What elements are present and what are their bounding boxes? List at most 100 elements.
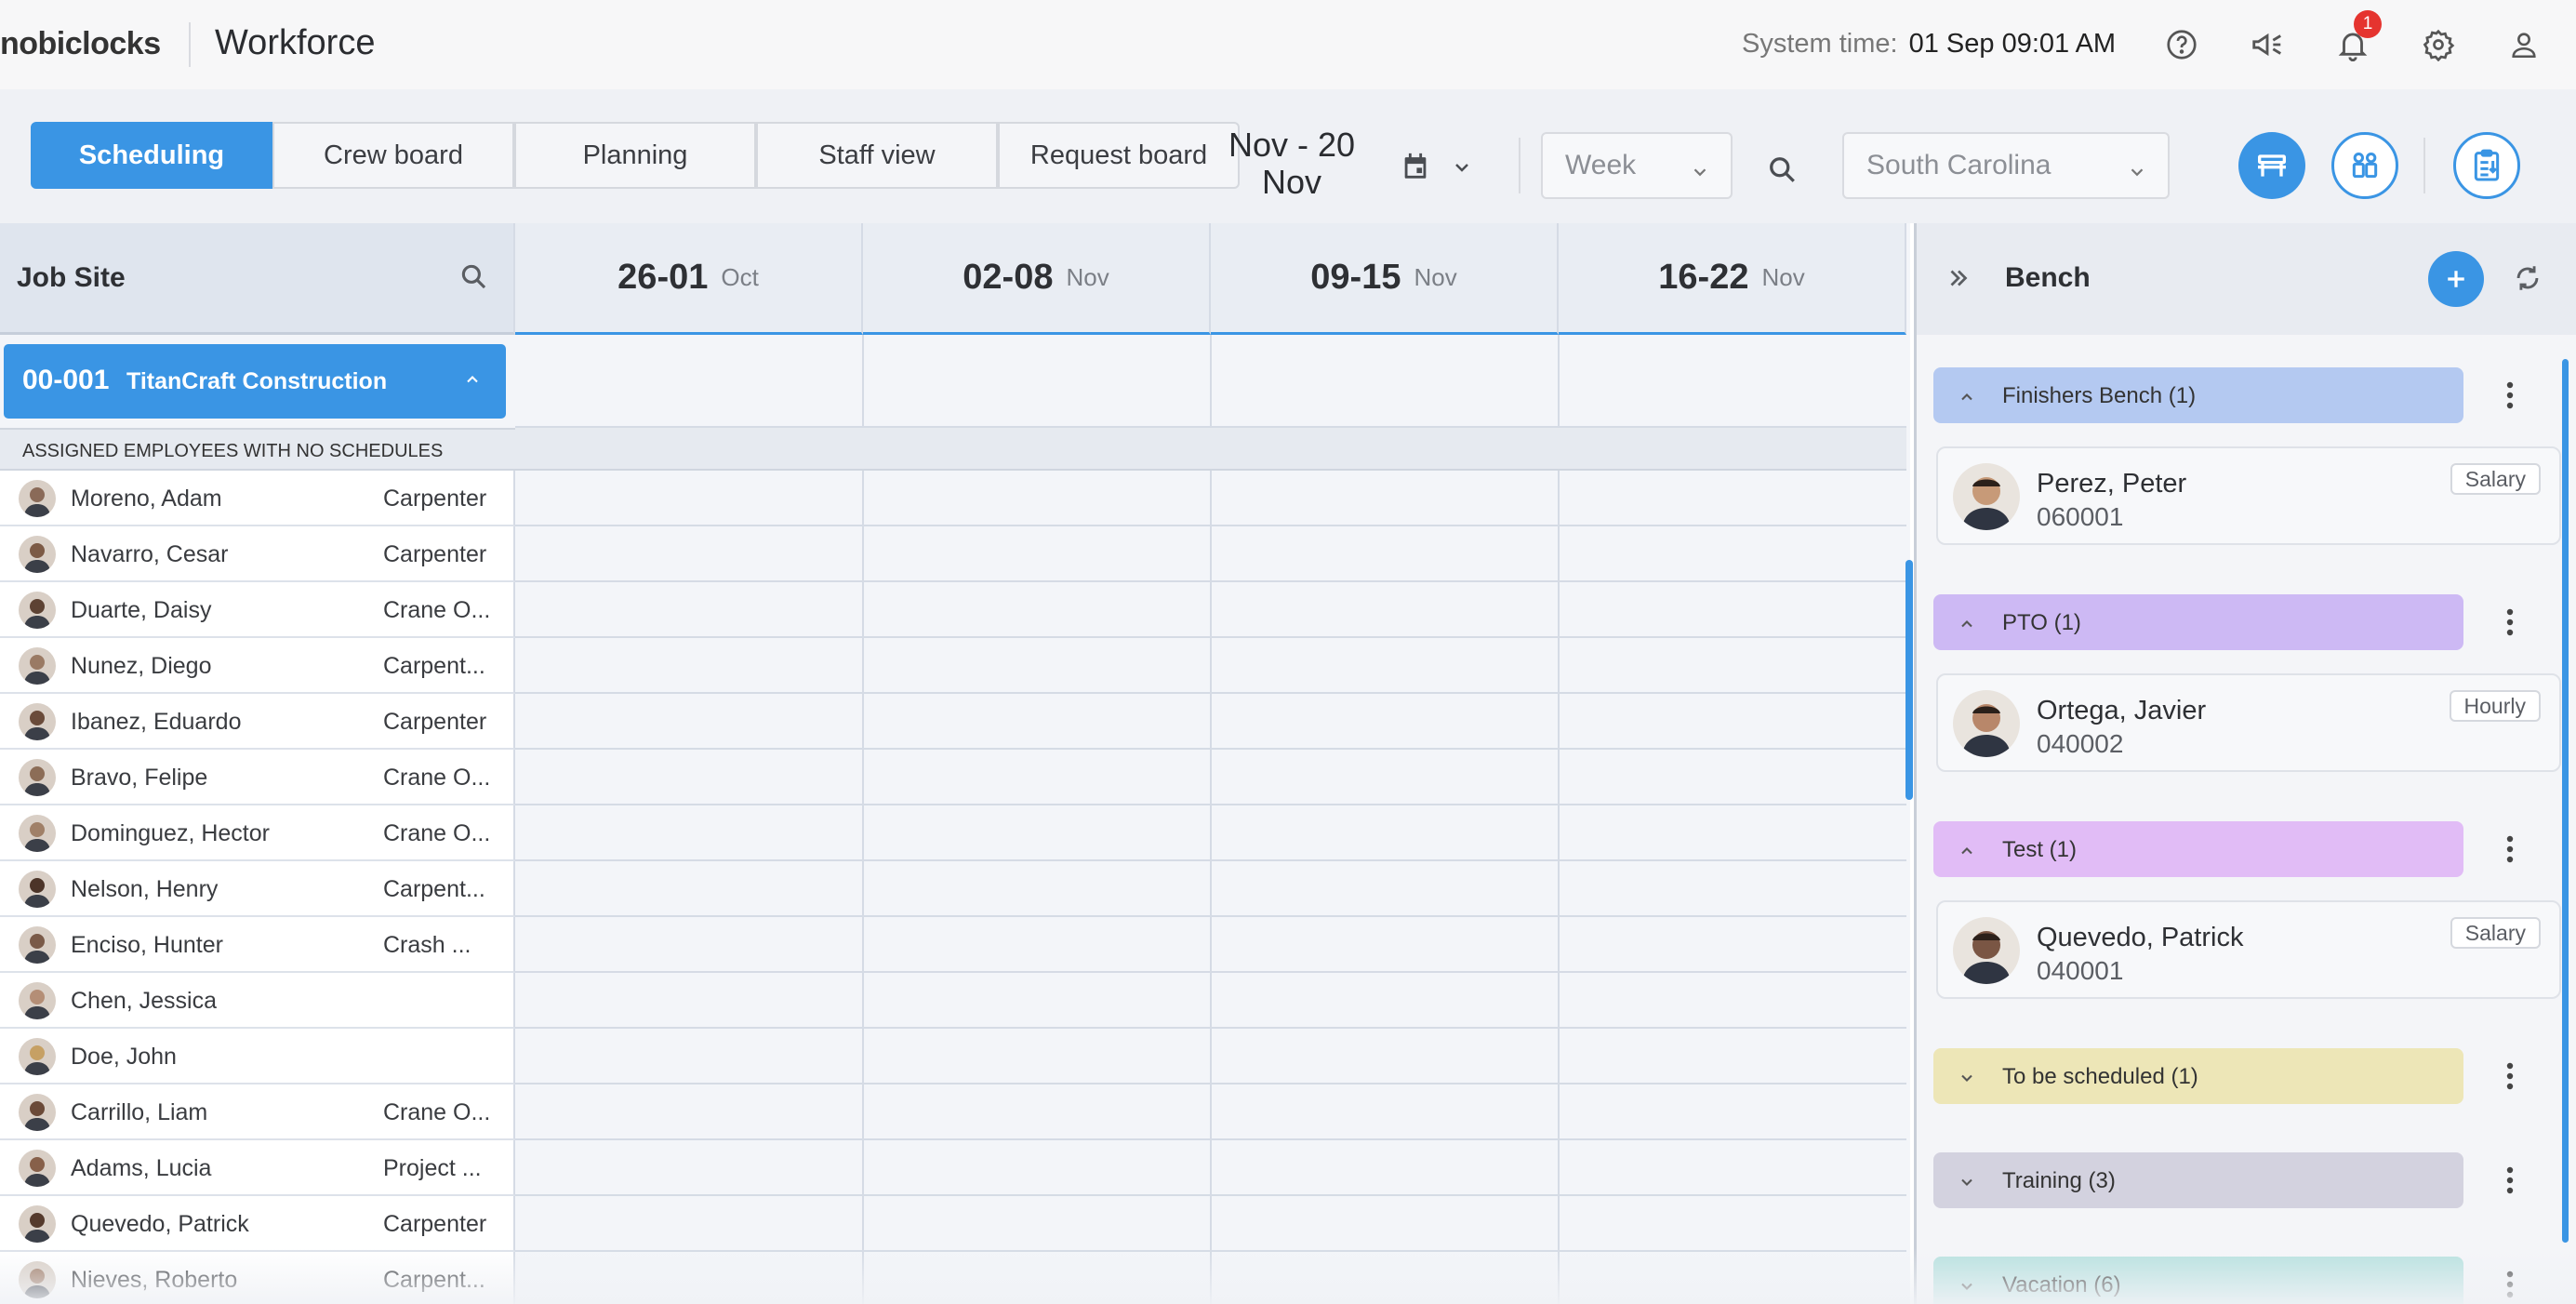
collapse-panel-icon[interactable]: [1945, 264, 1972, 297]
employee-row[interactable]: Chen, Jessica: [0, 973, 515, 1029]
bench-group-header[interactable]: To be scheduled (1): [1933, 1048, 2463, 1104]
avatar: [1953, 690, 2020, 757]
employee-name: Doe, John: [71, 1044, 177, 1070]
bench-employee-card[interactable]: Ortega, Javier 040002 Hourly: [1936, 673, 2561, 772]
pay-type-badge: Salary: [2450, 917, 2541, 949]
employee-name: Enciso, Hunter: [71, 932, 223, 958]
bench-group-header[interactable]: PTO (1): [1933, 594, 2463, 650]
bench-scrollbar[interactable]: [2562, 359, 2569, 1243]
employee-row[interactable]: Nelson, Henry Carpent...: [0, 861, 515, 917]
employee-role: Crash ...: [383, 932, 471, 958]
tab-request-board[interactable]: Request board: [998, 122, 1240, 189]
more-options-icon[interactable]: [2504, 380, 2516, 415]
bottom-fade: [0, 1248, 2576, 1304]
brand-logo: nobiclocks: [0, 26, 161, 61]
job-site-label: Job Site: [17, 262, 126, 293]
location-select[interactable]: South Carolina: [1842, 132, 2170, 199]
bench-group-label: Training (3): [2002, 1168, 2116, 1193]
user-profile-icon[interactable]: [2500, 20, 2548, 69]
tab-crew-board[interactable]: Crew board: [272, 122, 514, 189]
employee-row[interactable]: Dominguez, Hector Crane O...: [0, 805, 515, 861]
employee-name: Moreno, Adam: [71, 486, 222, 512]
avatar: [19, 1205, 56, 1243]
bench-group-header[interactable]: Test (1): [1933, 821, 2463, 877]
employee-row[interactable]: Duarte, Daisy Crane O...: [0, 582, 515, 638]
week-days: 02-08: [963, 258, 1054, 297]
avatar: [19, 815, 56, 852]
more-options-icon[interactable]: [2504, 834, 2516, 869]
grid-row-line: [515, 1027, 1906, 1029]
employee-row[interactable]: Carrillo, Liam Crane O...: [0, 1084, 515, 1140]
chevron-down-icon: [2127, 158, 2147, 190]
employee-row[interactable]: Navarro, Cesar Carpenter: [0, 526, 515, 582]
assigned-band: [515, 428, 1906, 469]
employee-role: Crane O...: [383, 597, 491, 623]
add-bench-button[interactable]: [2428, 251, 2484, 307]
more-options-icon[interactable]: [2504, 1061, 2516, 1096]
help-icon[interactable]: [2158, 20, 2206, 69]
chevron-down-icon: [1690, 158, 1710, 190]
grid-scrollbar[interactable]: [1905, 560, 1913, 800]
app-title: Workforce: [215, 23, 376, 62]
chevron-up-icon[interactable]: [463, 370, 482, 393]
divider: [2423, 138, 2425, 193]
employee-row[interactable]: Quevedo, Patrick Carpenter: [0, 1196, 515, 1252]
chevron-up-icon[interactable]: [1958, 615, 1976, 638]
employee-name: Nelson, Henry: [71, 876, 219, 902]
search-icon[interactable]: [458, 260, 489, 297]
divider: [1519, 138, 1520, 193]
chevron-down-icon[interactable]: [1958, 1069, 1976, 1092]
employee-row[interactable]: Doe, John: [0, 1029, 515, 1084]
employee-name: Ibanez, Eduardo: [71, 709, 242, 735]
more-options-icon[interactable]: [2504, 607, 2516, 642]
employee-role: Crane O...: [383, 765, 491, 791]
grid-row-line: [515, 804, 1906, 805]
bench-group-header[interactable]: Finishers Bench (1): [1933, 367, 2463, 423]
grid-row-line: [515, 1194, 1906, 1196]
bench-group-label: PTO (1): [2002, 610, 2081, 635]
bench-employee-id: 060001: [2037, 502, 2124, 531]
chevron-up-icon[interactable]: [1958, 842, 1976, 865]
more-options-icon[interactable]: [2504, 1165, 2516, 1200]
chevron-down-icon[interactable]: [1958, 1173, 1976, 1196]
job-site-name: TitanCraft Construction: [126, 368, 388, 394]
employee-row[interactable]: Enciso, Hunter Crash ...: [0, 917, 515, 973]
bench-employee-id: 040002: [2037, 729, 2124, 758]
employee-row[interactable]: Adams, Lucia Project ...: [0, 1140, 515, 1196]
bench-group-header[interactable]: Training (3): [1933, 1152, 2463, 1208]
tab-planning[interactable]: Planning: [514, 122, 756, 189]
chevron-down-icon[interactable]: [1451, 156, 1473, 183]
assigned-employees-label: ASSIGNED EMPLOYEES WITH NO SCHEDULES: [0, 428, 515, 471]
tab-staff-view[interactable]: Staff view: [756, 122, 998, 189]
grid-row-line: [515, 971, 1906, 973]
crew-group-button[interactable]: [2331, 132, 2398, 199]
tab-scheduling[interactable]: Scheduling: [31, 122, 272, 189]
bench-employee-card[interactable]: Perez, Peter 060001 Salary: [1936, 446, 2561, 545]
settings-gear-icon[interactable]: [2414, 20, 2463, 69]
employee-row[interactable]: Ibanez, Eduardo Carpenter: [0, 694, 515, 750]
search-icon[interactable]: [1758, 145, 1806, 193]
location-value: South Carolina: [1866, 150, 2052, 180]
employee-row[interactable]: Nunez, Diego Carpent...: [0, 638, 515, 694]
bench-employee-card[interactable]: Quevedo, Patrick 040001 Salary: [1936, 900, 2561, 999]
calendar-icon[interactable]: [1400, 151, 1431, 187]
chevron-up-icon[interactable]: [1958, 388, 1976, 411]
employee-name: Duarte, Daisy: [71, 597, 212, 623]
job-site-row[interactable]: 00-001 TitanCraft Construction: [4, 344, 506, 419]
announcement-icon[interactable]: [2243, 20, 2291, 69]
system-time-value: 01 Sep 09:01 AM: [1908, 29, 2117, 59]
refresh-icon[interactable]: [2512, 262, 2543, 299]
clipboard-button[interactable]: [2453, 132, 2520, 199]
employee-row[interactable]: Bravo, Felipe Crane O...: [0, 750, 515, 805]
view-period-value: Week: [1565, 150, 1637, 180]
avatar: [19, 1038, 56, 1075]
week-column-header: 02-08 Nov: [863, 223, 1211, 335]
week-days: 16-22: [1658, 258, 1749, 297]
grid-row-line: [515, 1138, 1906, 1140]
employee-row[interactable]: Moreno, Adam Carpenter: [0, 471, 515, 526]
view-period-select[interactable]: Week: [1541, 132, 1733, 199]
employee-name: Adams, Lucia: [71, 1155, 212, 1181]
employee-role: Carpenter: [383, 541, 487, 567]
week-column-header: 09-15 Nov: [1211, 223, 1559, 335]
bench-toggle-button[interactable]: [2238, 132, 2305, 199]
